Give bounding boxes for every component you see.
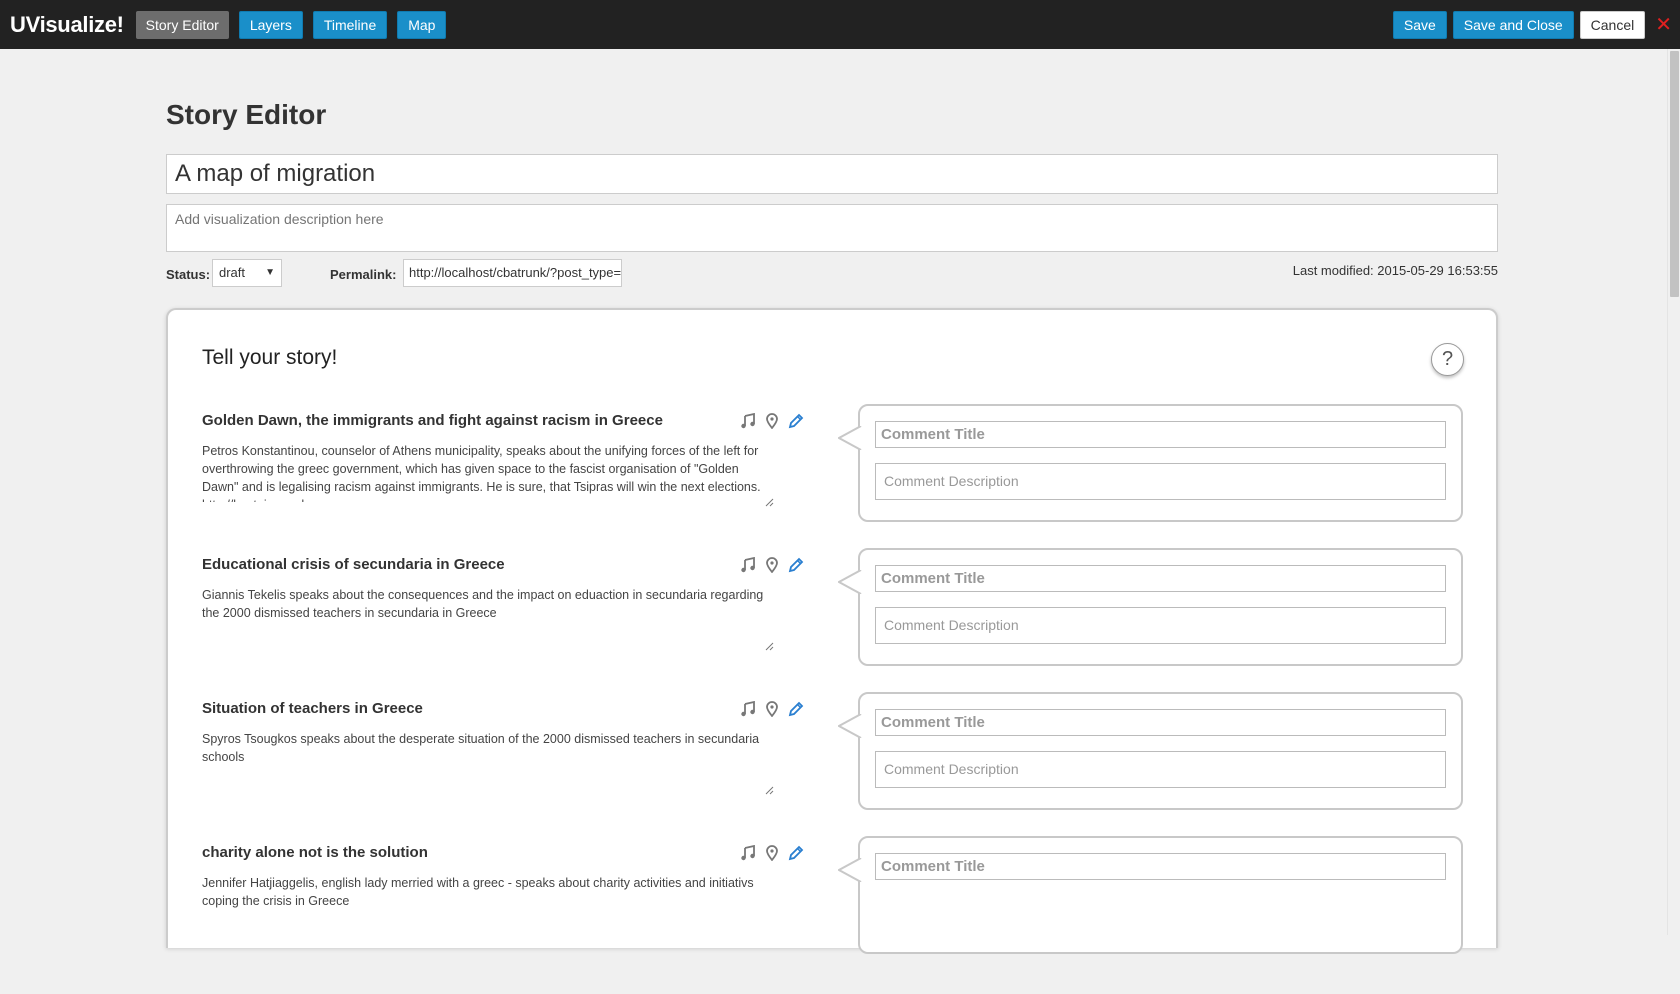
story-item-title: Golden Dawn, the immigrants and fight ag… — [202, 412, 663, 429]
story-heading: Tell your story! — [202, 346, 338, 369]
story-item-icons — [740, 412, 812, 430]
last-modified: Last modified: 2015-05-29 16:53:55 — [1292, 263, 1498, 278]
visualization-title-input[interactable]: A map of migration — [166, 154, 1498, 194]
pencil-icon[interactable] — [788, 845, 804, 861]
comment-box: Comment Title — [836, 836, 1463, 954]
tab-story-editor[interactable]: Story Editor — [135, 10, 229, 39]
music-icon[interactable] — [740, 701, 756, 717]
map-pin-icon[interactable] — [764, 557, 780, 573]
story-item-description[interactable]: Jennifer Hatjiaggelis, english lady merr… — [202, 874, 774, 912]
map-pin-icon[interactable] — [764, 845, 780, 861]
story-item-icons — [740, 844, 812, 862]
page-title: Story Editor — [166, 99, 327, 130]
music-icon[interactable] — [740, 413, 756, 429]
resize-grip-icon[interactable] — [764, 638, 774, 651]
map-pin-icon[interactable] — [764, 413, 780, 429]
resize-grip-icon[interactable] — [764, 782, 774, 795]
page-scrollbar[interactable] — [1667, 49, 1680, 935]
toolbar-actions: Save Save and Close Cancel ✕ — [1392, 0, 1680, 49]
comment-title-input[interactable]: Comment Title — [875, 421, 1446, 448]
visualization-description-input[interactable] — [166, 204, 1498, 252]
cancel-button[interactable]: Cancel — [1579, 10, 1646, 39]
story-item: Golden Dawn, the immigrants and fight ag… — [168, 404, 1500, 562]
meta-row: Status: draft ▼ Permalink: http://localh… — [166, 259, 1498, 289]
bubble-tail — [836, 713, 862, 739]
resize-grip-icon[interactable] — [764, 494, 774, 507]
permalink-input[interactable]: http://localhost/cbatrunk/?post_type= — [403, 259, 622, 287]
bubble-tail — [836, 425, 862, 451]
comment-box: Comment Title Comment Description — [836, 692, 1463, 810]
story-item-icons — [740, 700, 812, 718]
chevron-down-icon: ▼ — [265, 267, 275, 278]
pencil-icon[interactable] — [788, 701, 804, 717]
help-icon[interactable]: ? — [1431, 343, 1464, 376]
status-label: Status: — [166, 267, 211, 282]
story-panel: Tell your story! ? Golden Dawn, the immi… — [166, 308, 1500, 954]
permalink-label: Permalink: — [330, 267, 397, 282]
story-item-description[interactable]: Giannis Tekelis speaks about the consequ… — [202, 586, 774, 646]
tab-map[interactable]: Map — [397, 10, 447, 39]
save-and-close-button[interactable]: Save and Close — [1452, 10, 1574, 39]
tab-timeline[interactable]: Timeline — [312, 10, 388, 39]
comment-description-input[interactable]: Comment Description — [875, 751, 1446, 788]
comment-box: Comment Title Comment Description — [836, 548, 1463, 666]
comment-title-input[interactable]: Comment Title — [875, 565, 1446, 592]
tab-layers[interactable]: Layers — [238, 10, 303, 39]
story-item-title: Educational crisis of secundaria in Gree… — [202, 556, 505, 573]
pencil-icon[interactable] — [788, 413, 804, 429]
comment-description-input[interactable]: Comment Description — [875, 607, 1446, 644]
pencil-icon[interactable] — [788, 557, 804, 573]
comment-title-input[interactable]: Comment Title — [875, 709, 1446, 736]
story-item-title: Situation of teachers in Greece — [202, 700, 423, 717]
story-item: Educational crisis of secundaria in Gree… — [168, 548, 1500, 706]
map-pin-icon[interactable] — [764, 701, 780, 717]
story-item-icons — [740, 556, 812, 574]
status-select[interactable]: draft ▼ — [212, 259, 282, 287]
comment-description-input[interactable]: Comment Description — [875, 463, 1446, 500]
save-button[interactable]: Save — [1392, 10, 1447, 39]
music-icon[interactable] — [740, 845, 756, 861]
app-brand: UVisualize! — [10, 11, 124, 37]
story-item-title: charity alone not is the solution — [202, 844, 428, 861]
story-item: charity alone not is the solution Jennif… — [168, 836, 1500, 994]
close-icon[interactable]: ✕ — [1655, 12, 1672, 37]
bubble-tail — [836, 569, 862, 595]
comment-box: Comment Title Comment Description — [836, 404, 1463, 522]
bubble-tail — [836, 857, 862, 883]
top-toolbar: UVisualize! Story Editor Layers Timeline… — [0, 0, 1680, 49]
music-icon[interactable] — [740, 557, 756, 573]
story-item: Situation of teachers in Greece Spyros T… — [168, 692, 1500, 850]
story-item-description[interactable]: Spyros Tsougkos speaks about the despera… — [202, 730, 774, 790]
scroll-thumb[interactable] — [1670, 51, 1679, 297]
story-item-description[interactable]: Petros Konstantinou, counselor of Athens… — [202, 442, 774, 502]
main-content: Story Editor A map of migration Status: … — [166, 49, 1498, 954]
status-value: draft — [219, 265, 246, 280]
comment-title-input[interactable]: Comment Title — [875, 853, 1446, 880]
